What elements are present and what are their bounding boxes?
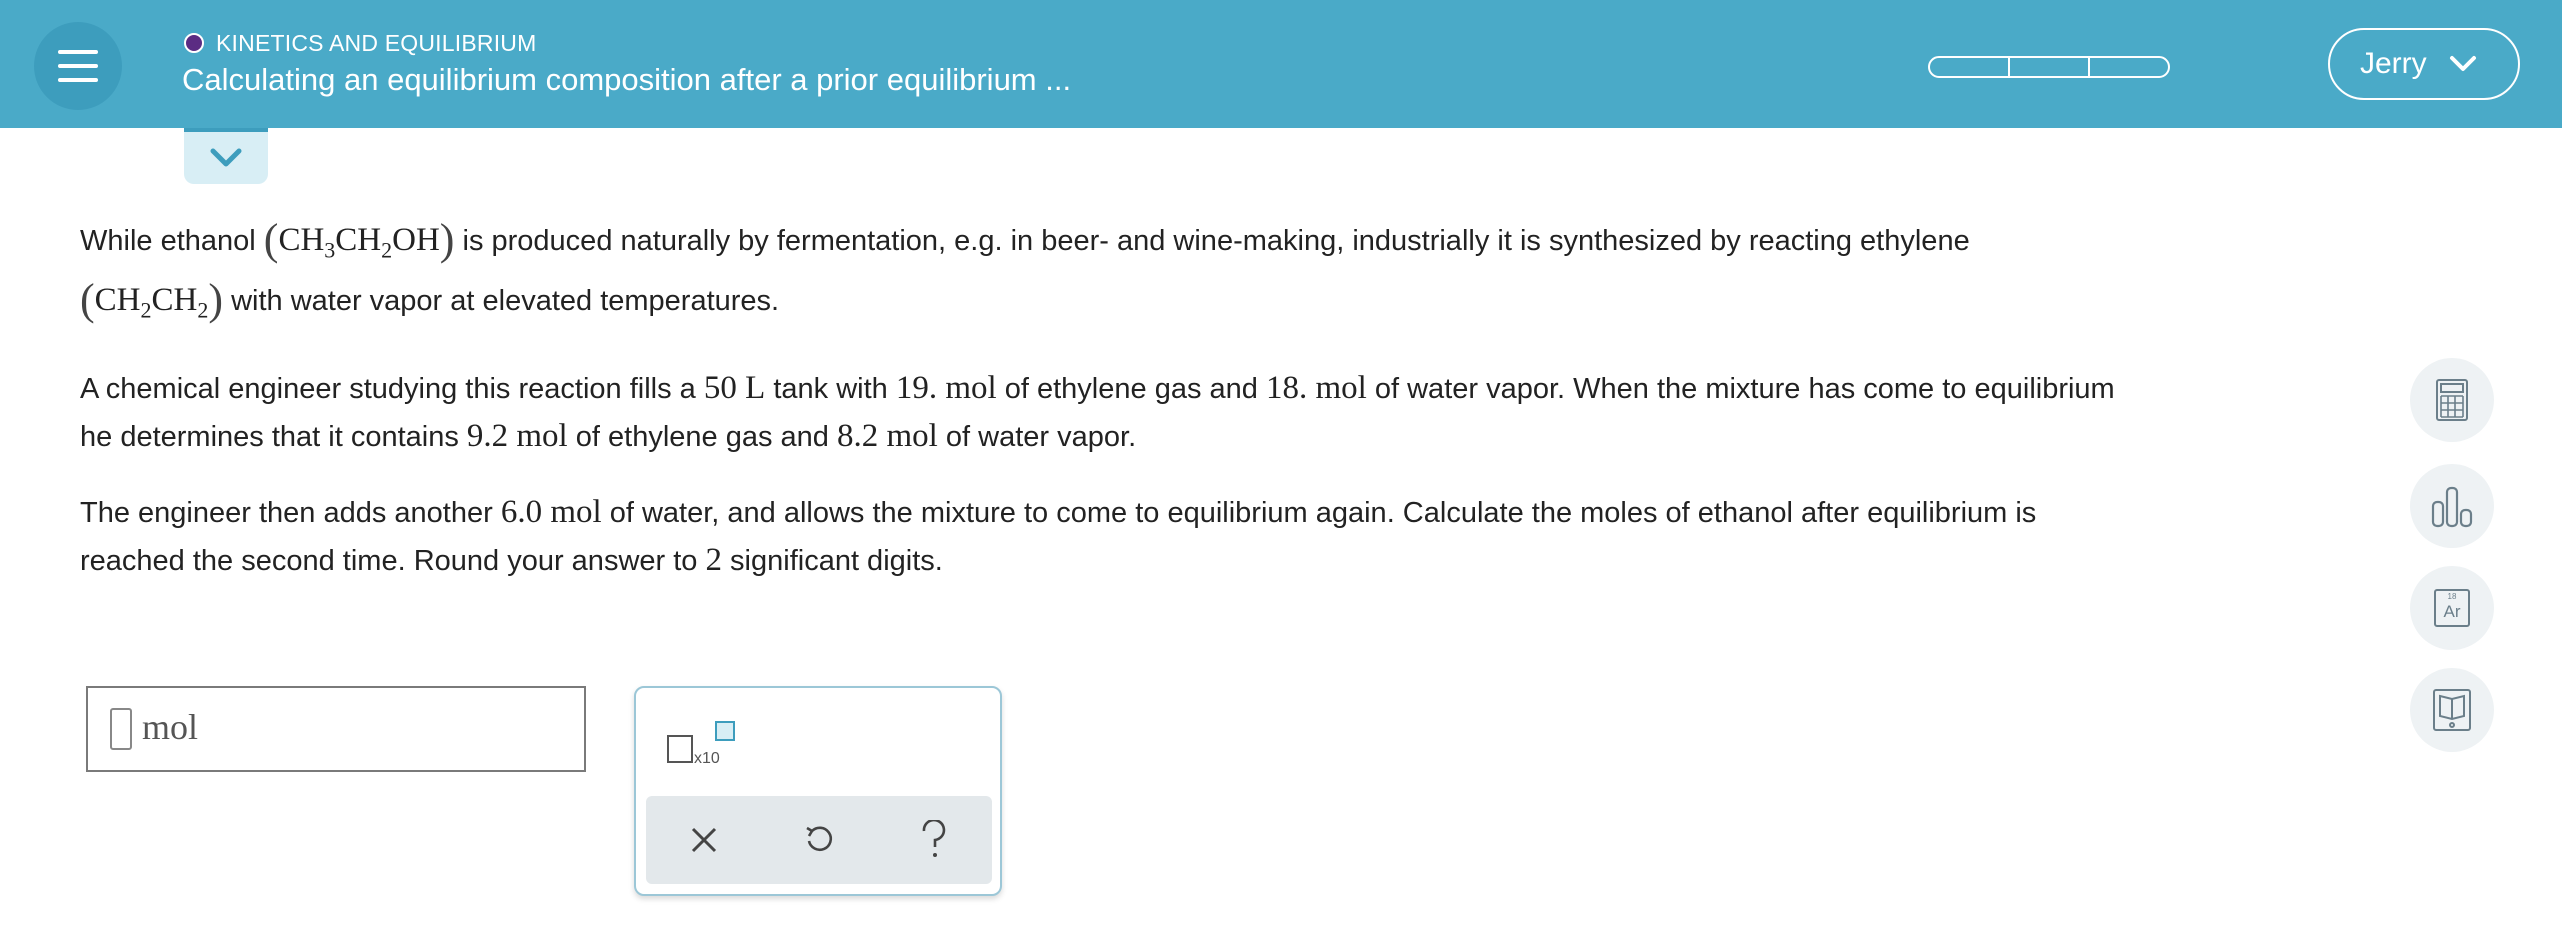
problem-paragraph-2: A chemical engineer studying this reacti… bbox=[80, 364, 2115, 413]
problem-paragraph-1-cont: (CH2CH2) with water vapor at elevated te… bbox=[80, 276, 779, 335]
reference-book-icon bbox=[2433, 689, 2471, 731]
data-chart-icon bbox=[2431, 486, 2473, 528]
user-menu-button[interactable]: Jerry bbox=[2328, 28, 2520, 100]
chevron-down-icon bbox=[210, 148, 242, 167]
text: he determines that it contains bbox=[80, 421, 459, 453]
user-name: Jerry bbox=[2360, 47, 2427, 80]
progress-bar bbox=[1928, 56, 2170, 78]
text: While ethanol bbox=[80, 225, 256, 257]
text: significant digits. bbox=[730, 545, 943, 577]
text: of ethylene gas and bbox=[575, 421, 829, 453]
topic-status-icon bbox=[184, 33, 204, 53]
data-button[interactable] bbox=[2410, 464, 2494, 548]
help-button[interactable] bbox=[904, 810, 964, 870]
progress-segment bbox=[1930, 58, 2010, 76]
text: with water vapor at elevated temperature… bbox=[231, 285, 780, 317]
answer-unit: mol bbox=[142, 707, 199, 747]
undo-icon bbox=[806, 826, 833, 852]
ethylene-equilibrium: 9.2 mol bbox=[466, 418, 568, 454]
ethanol-formula: (CH3CH2OH) bbox=[263, 215, 455, 264]
water-added: 6.0 mol bbox=[500, 494, 602, 530]
calculator-button[interactable] bbox=[2410, 358, 2494, 442]
text: is produced naturally by fermentation, e… bbox=[462, 225, 1970, 257]
periodic-number: 18 bbox=[2447, 592, 2457, 601]
answer-value-slot[interactable] bbox=[110, 708, 132, 750]
ethylene-formula: (CH2CH2) bbox=[80, 275, 223, 324]
undo-button[interactable] bbox=[789, 810, 849, 870]
periodic-table-icon: 18 Ar bbox=[2434, 589, 2470, 627]
math-palette: x10 bbox=[634, 686, 1002, 896]
progress-segment bbox=[2010, 58, 2090, 76]
problem-paragraph-3: The engineer then adds another 6.0 mol o… bbox=[80, 488, 2036, 537]
ethylene-initial: 19. mol bbox=[895, 370, 997, 406]
water-initial: 18. mol bbox=[1265, 370, 1367, 406]
text: of water vapor. When the mixture has com… bbox=[1374, 373, 2115, 405]
progress-segment bbox=[2090, 58, 2168, 76]
chevron-down-icon bbox=[2449, 56, 2476, 71]
text: of water, and allows the mixture to come… bbox=[609, 497, 2037, 529]
clear-button[interactable] bbox=[674, 810, 734, 870]
periodic-symbol: Ar bbox=[2443, 602, 2461, 621]
calculator-icon bbox=[2436, 379, 2468, 421]
top-bar: KINETICS AND EQUILIBRIUM Calculating an … bbox=[0, 0, 2562, 128]
collapse-header-button[interactable] bbox=[184, 128, 268, 184]
close-icon bbox=[691, 827, 716, 853]
text: of ethylene gas and bbox=[1004, 373, 1258, 405]
text: of water vapor. bbox=[945, 421, 1137, 453]
text: tank with bbox=[773, 373, 888, 405]
water-equilibrium: 8.2 mol bbox=[837, 418, 938, 454]
text: A chemical engineer studying this reacti… bbox=[80, 373, 696, 405]
help-icon bbox=[923, 820, 946, 857]
reference-button[interactable] bbox=[2410, 668, 2494, 752]
palette-actions bbox=[646, 796, 992, 884]
answer-input[interactable]: mol bbox=[86, 686, 586, 772]
sci-label: x10 bbox=[694, 750, 720, 767]
hamburger-icon[interactable] bbox=[34, 22, 122, 110]
problem-paragraph-3-cont: reached the second time. Round your answ… bbox=[80, 536, 943, 585]
problem-paragraph-2-cont: he determines that it contains 9.2 mol o… bbox=[80, 412, 1136, 461]
topic-label: KINETICS AND EQUILIBRIUM bbox=[216, 29, 537, 56]
tank-volume: 50 L bbox=[703, 370, 766, 406]
text: reached the second time. Round your answ… bbox=[80, 545, 698, 577]
periodic-table-button[interactable]: 18 Ar bbox=[2410, 566, 2494, 650]
problem-paragraph-1: While ethanol (CH3CH2OH) is produced nat… bbox=[80, 216, 1970, 275]
text: The engineer then adds another bbox=[80, 497, 493, 529]
topic-row: KINETICS AND EQUILIBRIUM bbox=[184, 28, 536, 58]
significant-digits: 2 bbox=[705, 542, 722, 578]
page-title: Calculating an equilibrium composition a… bbox=[182, 62, 1072, 97]
scientific-notation-button[interactable]: x10 bbox=[666, 720, 746, 775]
